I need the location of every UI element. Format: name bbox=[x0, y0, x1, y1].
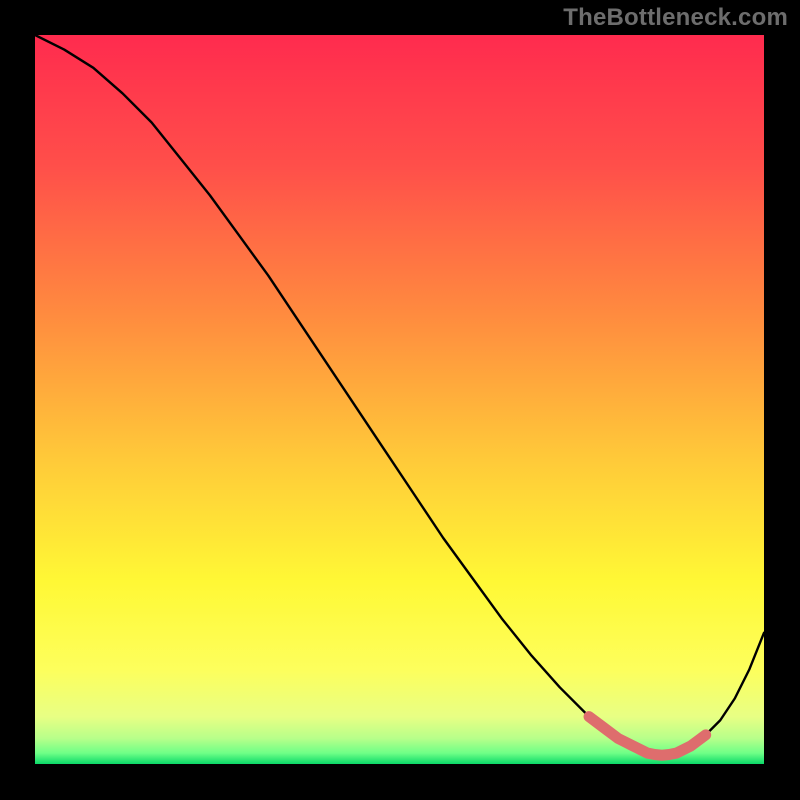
chart-frame: TheBottleneck.com bbox=[0, 0, 800, 800]
watermark-text: TheBottleneck.com bbox=[563, 4, 788, 32]
gradient-background bbox=[35, 35, 764, 764]
bottleneck-chart bbox=[0, 0, 800, 800]
